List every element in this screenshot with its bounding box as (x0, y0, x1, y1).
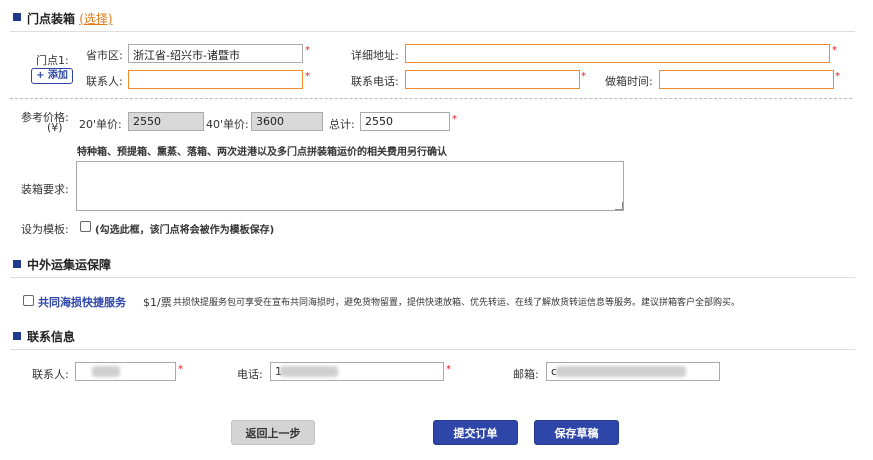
service-price: $1/票 (143, 294, 172, 310)
template-hint: (勾选此框，该门点将会被作为模板保存) (95, 225, 275, 236)
contact-name-input[interactable] (75, 362, 176, 381)
service-price-unit: /票 (157, 296, 172, 309)
province-select[interactable]: 浙江省-绍兴市-诸暨市 (128, 44, 303, 63)
contact-label: 联系人: (86, 75, 123, 88)
price-note: 特种箱、预提箱、熏蒸、落箱、两次进港以及多门点拼装箱运价的相关费用另行确认 (77, 147, 447, 158)
back-button[interactable]: 返回上一步 (231, 420, 315, 445)
section-marker-icon (13, 260, 21, 268)
total-input: 2550 (360, 112, 450, 131)
phone-input[interactable] (405, 70, 580, 89)
price-20-label: 20'单价: (79, 118, 122, 131)
phone-label: 联系电话: (351, 75, 399, 88)
section-marker-icon (13, 13, 21, 21)
add-door-button[interactable]: + 添加 (31, 68, 73, 84)
contact-email-label: 邮箱: (513, 368, 539, 381)
address-input[interactable] (405, 44, 830, 63)
contact-name-label: 联系人: (32, 368, 69, 381)
time-label: 做箱时间: (605, 75, 653, 88)
price-40-input: 3600 (251, 112, 323, 131)
select-link[interactable]: (选择) (79, 12, 112, 26)
section-marker-icon (13, 332, 21, 340)
price-20-input: 2550 (128, 112, 204, 131)
required-mark: * (446, 364, 451, 375)
required-mark: * (452, 114, 457, 125)
required-mark: * (305, 71, 310, 82)
province-label: 省市区: (86, 49, 123, 62)
section-divider (10, 31, 855, 32)
dotted-divider (10, 98, 852, 99)
requirement-label: 装箱要求: (21, 183, 69, 196)
requirement-textarea[interactable] (76, 161, 624, 211)
required-mark: * (305, 45, 310, 56)
service-description: 共损快提服务包可享受在宣布共同海损时，避免货物留置，提供快速放箱、优先转运、在线… (173, 298, 741, 308)
time-input[interactable] (659, 70, 834, 89)
save-draft-button[interactable]: 保存草稿 (534, 420, 619, 445)
template-checkbox[interactable] (80, 221, 91, 232)
service-price-value: $1 (143, 296, 157, 309)
required-mark: * (832, 45, 837, 56)
template-label: 设为模板: (21, 223, 69, 236)
door-point-label: 门点1: (36, 54, 69, 67)
total-label: 总计: (329, 118, 355, 131)
required-mark: * (581, 71, 586, 82)
submit-order-button[interactable]: 提交订单 (433, 420, 518, 445)
contact-phone-label: 电话: (237, 368, 263, 381)
section-title-guarantee: 中外运集运保障 (27, 258, 112, 272)
required-mark: * (178, 364, 183, 375)
section-title-contact: 联系信息 (27, 330, 76, 344)
section-title-text: 门点装箱 (27, 12, 76, 26)
service-name[interactable]: 共同海损快捷服务 (38, 294, 126, 310)
required-mark: * (835, 71, 840, 82)
contact-input[interactable] (128, 70, 303, 89)
price-currency-label: (¥) (47, 121, 63, 134)
resize-handle-icon[interactable] (615, 202, 623, 210)
section-title-door: 门点装箱 (选择) (27, 10, 113, 27)
redacted-value (280, 366, 338, 377)
service-checkbox[interactable] (23, 295, 34, 306)
address-label: 详细地址: (351, 49, 399, 62)
section-divider (10, 277, 855, 278)
redacted-value (556, 366, 686, 377)
section-divider (10, 349, 855, 350)
redacted-value (92, 366, 120, 377)
price-40-label: 40'单价: (206, 118, 249, 131)
